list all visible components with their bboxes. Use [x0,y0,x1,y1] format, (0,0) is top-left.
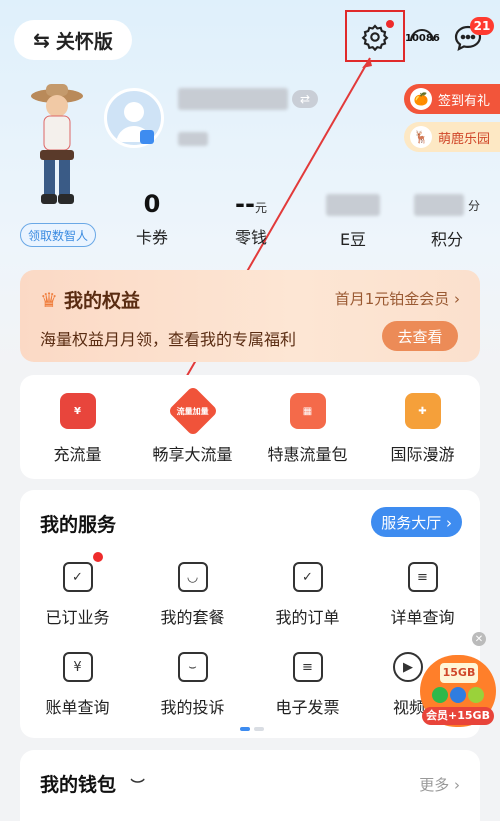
rights-title: ♛ 我的权益 [40,287,140,313]
masked-points-value [413,194,464,216]
subscribed-services-item[interactable]: ✓ 已订业务 [20,562,135,628]
quick-actions-card: ¥ 充流量 流量加量 畅享大流量 ▦ 特惠流量包 ✚ 国际漫游 [20,375,480,479]
subscribed-alert-dot [93,552,103,562]
view-rights-button[interactable]: 去查看 [382,321,458,351]
masked-phone-number [178,88,288,110]
digital-avatar-figure[interactable] [28,80,86,210]
service-hall-button[interactable]: 服务大厅 › [371,507,462,537]
pager-dot-active [240,727,250,731]
detail-list-icon: ≡ [407,562,438,592]
bill-query-item[interactable]: ¥ 账单查询 [20,652,135,718]
services-title: 我的服务 [40,514,117,536]
bill-icon: ¥ [62,652,93,682]
deer-park-chip[interactable]: 🦌 萌鹿乐园 [403,122,500,152]
rights-subtitle: 海量权益月月领，查看我的专属福利 [40,330,297,349]
deer-mascot-icon: 🦌 [409,126,432,148]
complaint-icon: ⌣ [177,652,208,682]
claim-digital-person-button[interactable]: 领取数智人 [20,223,96,247]
e-bean-stat[interactable]: E豆 [308,190,398,250]
my-services-card: 我的服务 服务大厅 › ✓ 已订业务 ◡ 我的套餐 ✓ 我的订单 ≡ 详单查询 … [20,490,480,738]
international-roaming-item[interactable]: ✚ 国际漫游 [365,393,480,465]
orange-slice-icon: 🍊 [409,88,432,110]
balance-stat[interactable]: --元 零钱 [206,190,296,248]
platinum-promo-link[interactable]: 首月1元铂金会员 › [335,288,460,309]
data-pack-icon: ▦ [289,393,326,429]
invoice-icon: ≡ [292,652,323,682]
order-icon: ✓ [292,562,323,592]
close-ad-icon[interactable]: ✕ [472,632,486,646]
plan-bag-icon: ◡ [177,562,208,592]
coupon-stat[interactable]: 0 卡券 [107,190,197,248]
switch-account-icon[interactable]: ⇄ [292,90,318,108]
sign-in-gift-chip[interactable]: 🍊 签到有礼 [403,84,500,114]
my-wallet-card: 我的钱包 ︶ 更多 › [20,750,480,821]
points-stat[interactable]: 分 积分 [402,190,492,250]
deer-park-label: 萌鹿乐园 [437,131,490,147]
big-data-plan-item[interactable]: 流量加量 畅享大流量 [135,385,250,465]
my-orders-item[interactable]: ✓ 我的订单 [250,562,365,628]
roaming-icon: ✚ [404,393,441,429]
pager-dot [254,727,264,731]
ad-15gb-tag: 15GB [440,663,478,683]
my-complaints-item[interactable]: ⌣ 我的投诉 [135,652,250,718]
my-rights-card[interactable]: ♛ 我的权益 首月1元铂金会员 › 海量权益月月领，查看我的专属福利 去查看 [20,270,480,362]
recharge-data-item[interactable]: ¥ 充流量 [20,393,135,465]
eye-closed-icon[interactable]: ︶ [131,779,145,795]
wallet-more-link[interactable]: 更多 › [419,774,460,795]
sign-in-label: 签到有礼 [437,93,490,109]
masked-region [178,132,208,146]
crown-icon: ♛ [40,287,58,312]
membership-ad-float[interactable]: 15GB 会员+15GB [420,655,496,727]
services-pager [240,727,264,731]
video-icon: ▶ [393,652,423,682]
discount-data-pack-item[interactable]: ▦ 特惠流量包 [250,393,365,465]
subscribed-icon: ✓ [62,562,93,592]
verified-icon [140,130,154,144]
red-packet-icon: ¥ [59,393,96,429]
data-boost-icon: 流量加量 [167,385,218,437]
wallet-title: 我的钱包 ︶ [40,774,145,796]
my-plan-item[interactable]: ◡ 我的套餐 [135,562,250,628]
e-invoice-item[interactable]: ≡ 电子发票 [250,652,365,718]
detail-query-item[interactable]: ≡ 详单查询 [365,562,480,628]
masked-e-bean-value [326,194,380,216]
video-app-logos [424,687,492,705]
avatar[interactable] [104,88,164,148]
ad-member-label: 会员+15GB [422,707,494,725]
